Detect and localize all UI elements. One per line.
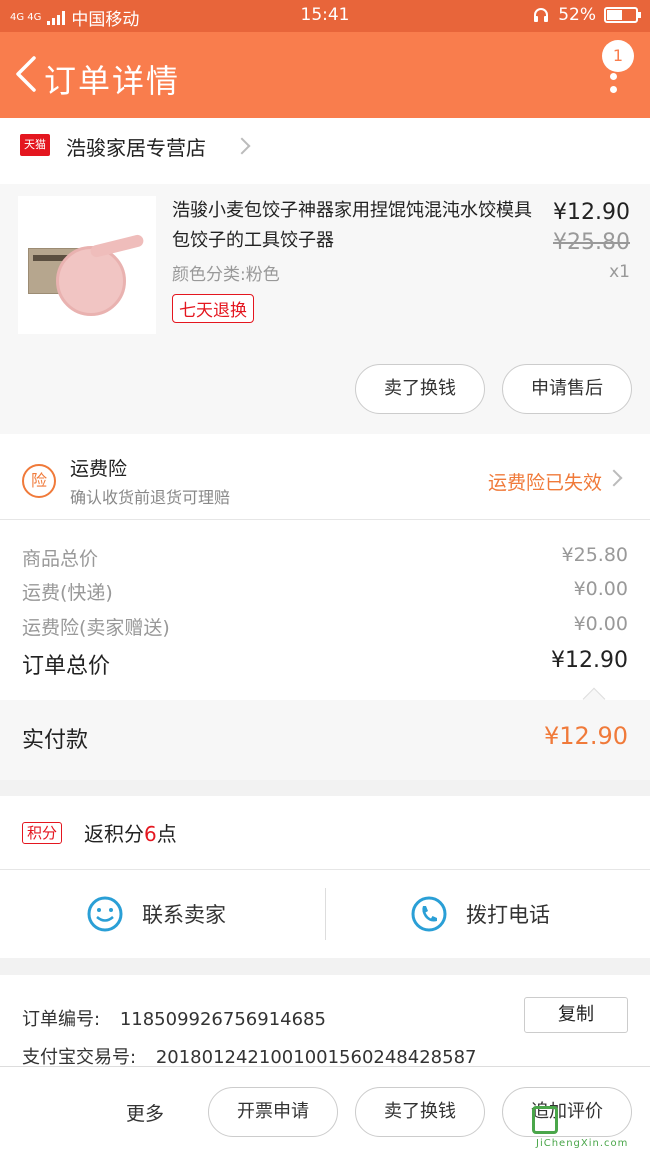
cost-value: ¥0.00 bbox=[573, 613, 628, 635]
paid-value: ¥12.90 bbox=[544, 722, 628, 750]
cost-row: 运费(快递) ¥0.00 bbox=[22, 578, 628, 605]
product-quantity: x1 bbox=[609, 262, 630, 282]
cost-row: 运费险(卖家赠送) ¥0.00 bbox=[22, 613, 628, 640]
order-total-row: 订单总价 ¥12.90 bbox=[22, 648, 628, 680]
contact-bar: 联系卖家 拨打电话 bbox=[0, 870, 650, 958]
watermark-url: JiChengXin.com bbox=[536, 1138, 629, 1149]
paid-label: 实付款 bbox=[22, 728, 89, 753]
product-card: 浩骏小麦包饺子神器家用捏馄饨混沌水饺模具包饺子的工具饺子器 颜色分类:粉色 七天… bbox=[0, 184, 650, 434]
cost-summary: 商品总价 ¥25.80 运费(快递) ¥0.00 运费险(卖家赠送) ¥0.00… bbox=[0, 520, 650, 700]
phone-icon bbox=[411, 896, 447, 932]
chevron-right-icon bbox=[233, 137, 251, 155]
order-total-label: 订单总价 bbox=[22, 654, 111, 679]
product-name[interactable]: 浩骏小麦包饺子神器家用捏馄饨混沌水饺模具包饺子的工具饺子器 bbox=[172, 196, 532, 256]
chevron-right-icon bbox=[605, 469, 623, 487]
page-title: 订单详情 bbox=[44, 62, 181, 100]
cost-label: 商品总价 bbox=[22, 548, 99, 570]
status-bar: 4G 4G 中国移动 15:41 52% bbox=[0, 0, 650, 32]
app-header: 订单详情 1 bbox=[0, 32, 650, 118]
divider bbox=[325, 888, 326, 940]
message-count-badge: 1 bbox=[602, 40, 634, 72]
shipping-insurance-row[interactable]: 险 运费险 确认收货前退货可理赔 运费险已失效 bbox=[0, 434, 650, 520]
cost-value: ¥25.80 bbox=[561, 544, 628, 566]
cost-label: 运费险(卖家赠送) bbox=[22, 617, 170, 639]
more-button[interactable]: 更多 bbox=[126, 1099, 164, 1126]
order-total-value: ¥12.90 bbox=[551, 648, 628, 673]
points-badge: 积分 bbox=[22, 822, 63, 844]
paid-amount-row: 实付款 ¥12.90 bbox=[0, 687, 650, 780]
points-text: 返积分6点 bbox=[84, 822, 177, 846]
resell-button[interactable]: 卖了换钱 bbox=[355, 1087, 485, 1137]
battery-percent: 52% bbox=[558, 5, 596, 25]
points-amount: 6 bbox=[144, 822, 157, 846]
battery-icon bbox=[604, 7, 641, 23]
shop-name[interactable]: 浩骏家居专营店 bbox=[66, 132, 206, 161]
contact-seller-button[interactable]: 联系卖家 bbox=[86, 870, 226, 958]
copy-button[interactable]: 复制 bbox=[524, 997, 628, 1033]
shop-row[interactable]: 天猫 浩骏家居专营店 bbox=[0, 118, 650, 184]
call-phone-button[interactable]: 拨打电话 bbox=[410, 870, 550, 958]
order-info: 订单编号: 118509926756914685 复制 支付宝交易号: 2018… bbox=[0, 975, 650, 1075]
insurance-title: 运费险 bbox=[70, 458, 128, 480]
contact-seller-label: 联系卖家 bbox=[142, 903, 226, 927]
call-phone-label: 拨打电话 bbox=[466, 903, 550, 927]
product-variant: 颜色分类:粉色 bbox=[172, 265, 280, 285]
site-watermark: JiChengXin.com bbox=[532, 1106, 644, 1152]
cost-value: ¥0.00 bbox=[573, 578, 628, 600]
order-number-label: 订单编号: bbox=[22, 1009, 101, 1030]
points-row: 积分 返积分6点 bbox=[0, 796, 650, 870]
cost-label: 运费(快递) bbox=[22, 582, 113, 604]
order-number-line: 订单编号: 118509926756914685 bbox=[22, 1005, 326, 1031]
product-price: ¥12.90 bbox=[553, 200, 630, 225]
cost-row: 商品总价 ¥25.80 bbox=[22, 544, 628, 571]
original-price: ¥25.80 bbox=[553, 230, 630, 255]
tmall-logo: 天猫 bbox=[20, 134, 50, 156]
headphone-icon bbox=[534, 8, 549, 22]
alipay-transaction-label: 支付宝交易号: bbox=[22, 1047, 137, 1068]
return-policy-tag: 七天退换 bbox=[172, 294, 254, 323]
insurance-subtitle: 确认收货前退货可理赔 bbox=[70, 488, 231, 507]
after-sales-button[interactable]: 申请售后 bbox=[502, 364, 632, 414]
alipay-transaction-value: 2018012421001001560248428587 bbox=[155, 1047, 477, 1068]
order-number-value: 118509926756914685 bbox=[119, 1009, 326, 1030]
insurance-status[interactable]: 运费险已失效 bbox=[488, 468, 602, 495]
chat-smile-icon bbox=[87, 896, 123, 932]
watermark-logo-icon bbox=[532, 1106, 558, 1134]
invoice-request-button[interactable]: 开票申请 bbox=[208, 1087, 338, 1137]
product-image[interactable] bbox=[18, 196, 156, 334]
back-arrow-icon[interactable] bbox=[12, 54, 40, 94]
insurance-icon: 险 bbox=[22, 464, 56, 498]
resell-button[interactable]: 卖了换钱 bbox=[355, 364, 485, 414]
